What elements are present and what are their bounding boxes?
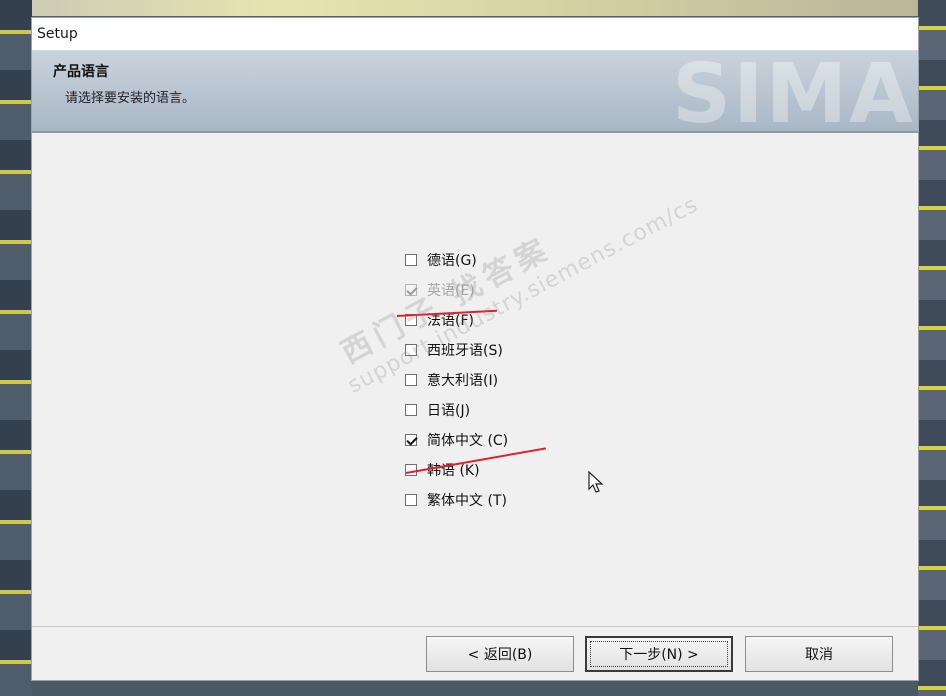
header-subtitle: 请选择要安装的语言。 <box>65 91 196 106</box>
checkbox[interactable] <box>405 404 417 416</box>
title-bar[interactable]: Setup <box>32 18 918 51</box>
back-button[interactable]: < 返回(B) <box>426 636 574 672</box>
checkbox[interactable] <box>405 434 417 446</box>
checkbox[interactable] <box>405 494 417 506</box>
next-button[interactable]: 下一步(N) > <box>585 636 733 672</box>
language-option-simplified-chinese[interactable]: 简体中文 (C) <box>405 425 508 455</box>
window-title: Setup <box>37 26 78 42</box>
mouse-cursor-icon <box>588 470 604 499</box>
focus-rect <box>590 641 728 667</box>
dialog-content: 德语(G) 英语(E) 法语(F) 西班牙语(S) 意大利语(I) 日语(J) <box>32 133 918 627</box>
language-option-italian[interactable]: 意大利语(I) <box>405 365 508 395</box>
language-label: 意大利语(I) <box>427 373 499 389</box>
language-option-spanish[interactable]: 西班牙语(S) <box>405 335 508 365</box>
checkbox[interactable] <box>405 374 417 386</box>
background-right-strip <box>918 0 946 696</box>
background-left-strip <box>0 0 32 696</box>
checkbox <box>405 284 417 296</box>
language-list: 德语(G) 英语(E) 法语(F) 西班牙语(S) 意大利语(I) 日语(J) <box>405 245 508 515</box>
language-option-german[interactable]: 德语(G) <box>405 245 508 275</box>
language-option-traditional-chinese[interactable]: 繁体中文 (T) <box>405 485 508 515</box>
language-label: 日语(J) <box>427 403 471 419</box>
language-label: 英语(E) <box>427 283 475 299</box>
background-top-strip <box>0 0 946 16</box>
cancel-button[interactable]: 取消 <box>745 636 893 672</box>
language-option-japanese[interactable]: 日语(J) <box>405 395 508 425</box>
watermark-line-1: 西门子 找答案 <box>335 230 558 371</box>
language-option-english: 英语(E) <box>405 275 508 305</box>
site-watermark: 西门子 找答案 support.industry.siemens.com/cs <box>332 153 703 399</box>
footer-divider <box>32 626 918 627</box>
language-label: 德语(G) <box>427 253 477 269</box>
dialog-header: SIMA 产品语言 请选择要安装的语言。 <box>32 51 918 133</box>
language-label: 西班牙语(S) <box>427 343 503 359</box>
watermark-line-2: support.industry.siemens.com/cs <box>343 192 703 399</box>
header-title: 产品语言 <box>53 64 109 80</box>
language-label: 繁体中文 (T) <box>427 493 507 509</box>
language-label: 简体中文 (C) <box>427 433 509 449</box>
header-watermark-logo: SIMA <box>672 51 915 133</box>
checkbox[interactable] <box>405 254 417 266</box>
checkbox[interactable] <box>405 344 417 356</box>
setup-window: Setup SIMA 产品语言 请选择要安装的语言。 德语(G) 英语(E) 法… <box>31 17 919 681</box>
